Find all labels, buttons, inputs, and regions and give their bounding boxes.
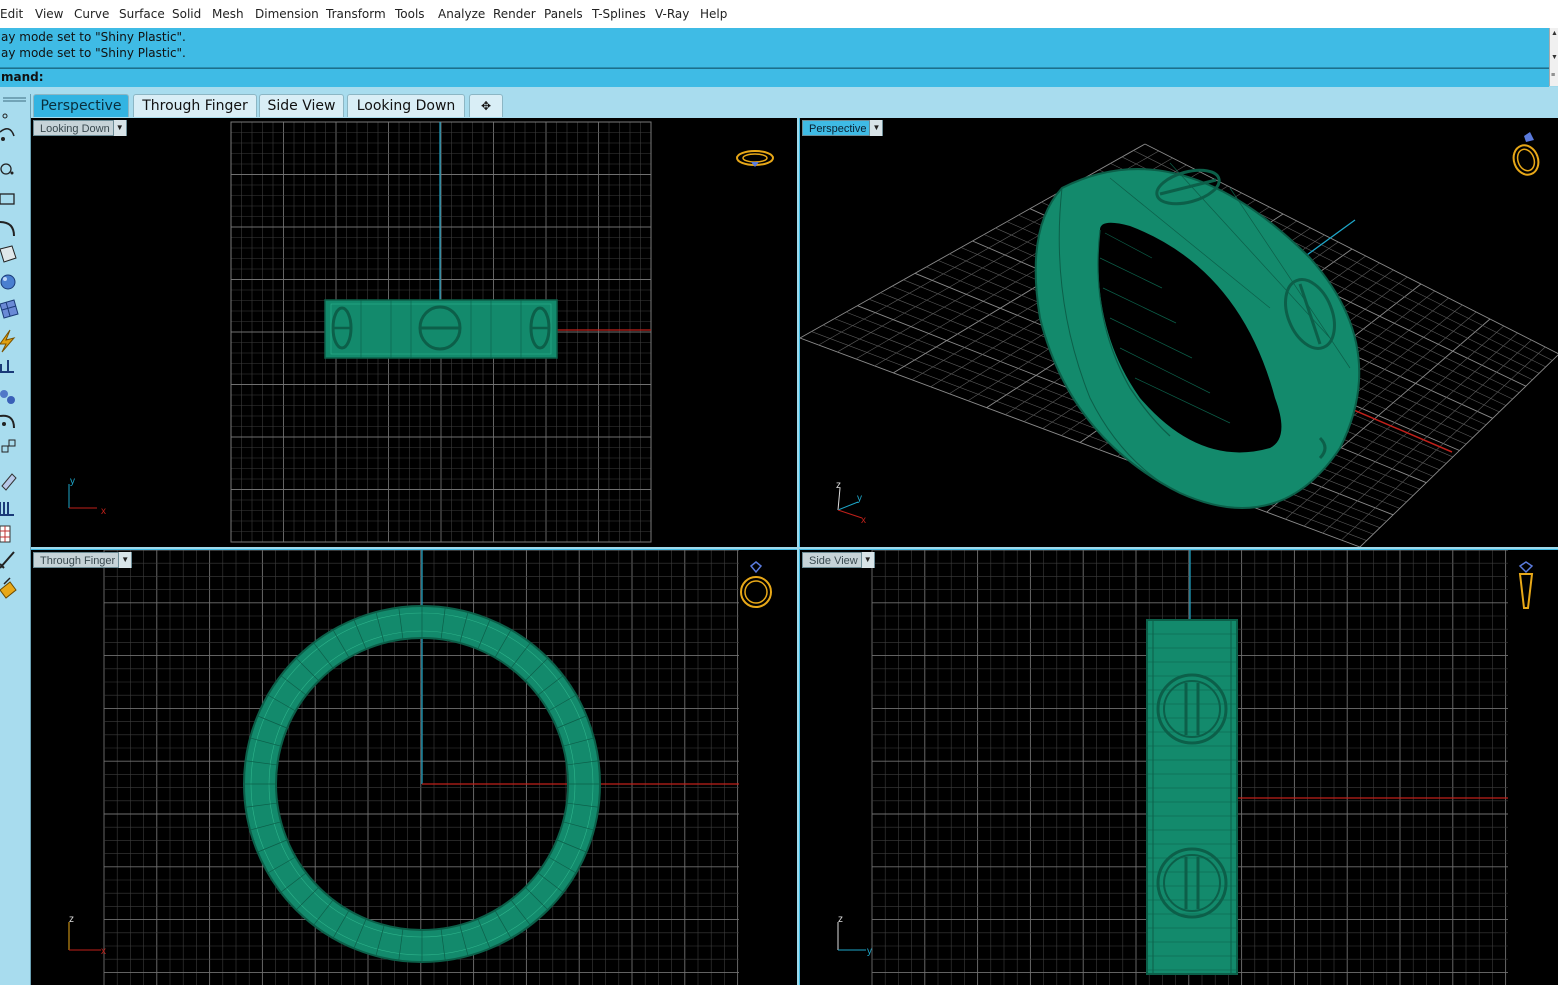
scroll-grip-icon[interactable]: ≡ — [1551, 72, 1555, 79]
viewport-through-finger[interactable]: z x Through Finger ▼ — [31, 549, 797, 985]
axis-label-y: y — [857, 493, 862, 504]
axis-indicator: z y x — [836, 480, 866, 526]
rectangle-icon[interactable] — [0, 193, 15, 205]
view-orientation-widget-icon — [736, 150, 774, 167]
menu-edit[interactable]: Edit — [0, 7, 23, 21]
view-orientation-widget-icon — [740, 561, 772, 608]
viewport-title-text: Side View — [809, 555, 858, 567]
viewport-title-text: Looking Down — [40, 123, 110, 135]
tab-side-view[interactable]: Side View — [259, 94, 344, 117]
looking-down-canvas: y x — [68, 121, 774, 543]
solid-icon[interactable] — [0, 274, 16, 290]
surface-icon[interactable] — [0, 245, 17, 263]
command-history: ay mode set to "Shiny Plastic". ay mode … — [0, 28, 1549, 68]
viewport-perspective[interactable]: z y x Perspective ▼ — [799, 118, 1558, 547]
left-toolbar — [0, 94, 31, 985]
menu-view[interactable]: View — [35, 7, 63, 21]
render-icon[interactable] — [0, 577, 17, 599]
menu-transform[interactable]: Transform — [326, 7, 386, 21]
scroll-up-icon[interactable]: ▲ — [1551, 30, 1558, 37]
axis-label-y: y — [70, 476, 75, 487]
ring-model[interactable] — [1146, 619, 1238, 975]
viewport-title-side-view[interactable]: Side View ▼ — [802, 552, 875, 568]
grid-icon[interactable] — [0, 525, 11, 543]
menu-panels[interactable]: Panels — [544, 7, 583, 21]
axis-label-z: z — [836, 480, 841, 491]
chevron-down-icon[interactable]: ▼ — [869, 120, 883, 136]
viewport-title-text: Through Finger — [40, 555, 116, 567]
ring-model[interactable] — [324, 299, 558, 359]
view-orientation-widget-icon — [1512, 132, 1540, 176]
menu-vray[interactable]: V-Ray — [655, 7, 689, 21]
command-line[interactable]: mand: — [0, 68, 1549, 87]
menu-dimension[interactable]: Dimension — [255, 7, 319, 21]
block-icon[interactable] — [0, 551, 15, 569]
menu-bar: Edit View Curve Surface Solid Mesh Dimen… — [0, 0, 1558, 29]
dimension-icon[interactable] — [0, 360, 14, 373]
menu-surface[interactable]: Surface — [119, 7, 165, 21]
menu-curve[interactable]: Curve — [74, 7, 109, 21]
mesh-icon[interactable] — [0, 299, 19, 319]
axis-indicator: y x — [68, 476, 106, 517]
menu-tsplines[interactable]: T-Splines — [592, 7, 646, 21]
measure-icon[interactable] — [0, 502, 14, 516]
axis-label-y: y — [867, 946, 872, 957]
menu-render[interactable]: Render — [493, 7, 536, 21]
menu-analyze[interactable]: Analyze — [438, 7, 485, 21]
viewport-title-perspective[interactable]: Perspective ▼ — [802, 120, 884, 136]
viewport-title-looking-down[interactable]: Looking Down ▼ — [33, 120, 127, 136]
arc-icon[interactable] — [0, 221, 15, 237]
scroll-down-icon[interactable]: ▼ — [1551, 54, 1558, 61]
history-line: ay mode set to "Shiny Plastic". — [1, 46, 186, 60]
axis-label-x: x — [101, 946, 106, 957]
axis-label-x: x — [861, 515, 866, 526]
circle-icon[interactable] — [0, 163, 14, 175]
viewport-title-through-finger[interactable]: Through Finger ▼ — [33, 552, 133, 568]
history-scrollbar[interactable]: ▲ ▼ ≡ — [1549, 28, 1558, 86]
viewport-tabs: Perspective Through Finger Side View Loo… — [0, 87, 1558, 118]
curve-icon[interactable] — [0, 128, 15, 141]
history-line: ay mode set to "Shiny Plastic". — [1, 30, 186, 44]
chevron-down-icon[interactable]: ▼ — [118, 552, 132, 568]
axis-label-z: z — [838, 914, 843, 925]
menu-help[interactable]: Help — [700, 7, 727, 21]
array-icon[interactable] — [1, 439, 16, 453]
ring-model[interactable] — [1034, 162, 1361, 509]
axis-label-z: z — [69, 914, 74, 925]
menu-solid[interactable]: Solid — [172, 7, 201, 21]
tab-looking-down[interactable]: Looking Down — [347, 94, 465, 117]
blend-icon[interactable] — [1, 473, 17, 491]
axis-indicator: z x — [68, 914, 106, 957]
tab-through-finger[interactable]: Through Finger — [133, 94, 257, 117]
viewport-looking-down[interactable]: y x Looking Down ▼ — [31, 118, 797, 547]
chevron-down-icon[interactable]: ▼ — [860, 552, 874, 568]
command-prompt: mand: — [1, 70, 44, 84]
toolbar-icons — [0, 97, 26, 599]
axis-indicator: z y — [837, 914, 872, 957]
menu-tools[interactable]: Tools — [395, 7, 425, 21]
viewport-side-view[interactable]: z y Side View ▼ — [799, 549, 1558, 985]
viewport-title-text: Perspective — [809, 123, 867, 135]
view-orientation-widget-icon — [1518, 561, 1534, 609]
boolean-icon[interactable] — [0, 414, 15, 429]
side-view-canvas: z y — [837, 550, 1534, 985]
menu-mesh[interactable]: Mesh — [212, 7, 244, 21]
through-finger-canvas: z x — [68, 550, 772, 985]
point-icon[interactable] — [2, 113, 8, 119]
add-tab-button[interactable]: ✥ — [469, 94, 503, 117]
tab-perspective[interactable]: Perspective — [33, 94, 129, 117]
sphere-icon[interactable] — [0, 390, 15, 404]
transform-icon[interactable] — [0, 329, 16, 353]
perspective-canvas: z y x — [800, 132, 1558, 547]
axis-label-x: x — [101, 506, 106, 517]
chevron-down-icon[interactable]: ▼ — [112, 120, 126, 136]
